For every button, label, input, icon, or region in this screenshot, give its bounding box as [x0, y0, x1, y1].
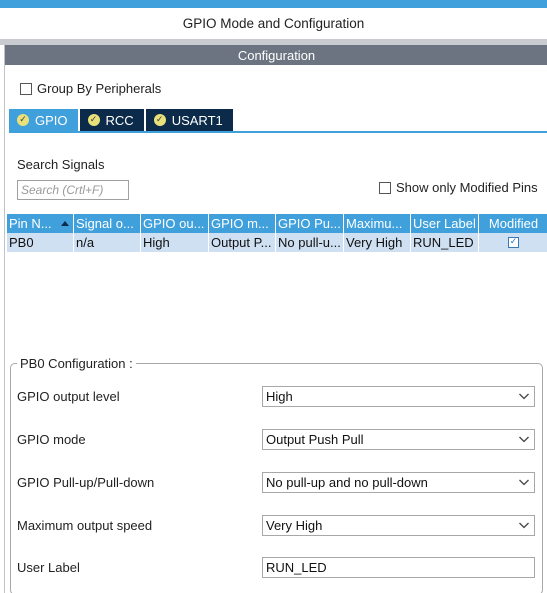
cell-signal: n/a [74, 233, 141, 252]
column-header-max-speed[interactable]: Maximu... [344, 214, 411, 233]
cell-modified: ✓ [479, 233, 547, 252]
check-circle-icon: ✓ [17, 114, 29, 126]
column-header-gpio-mode[interactable]: GPIO m... [209, 214, 276, 233]
max-output-speed-label: Maximum output speed [17, 518, 153, 533]
tab-gpio[interactable]: ✓ GPIO [9, 109, 80, 131]
tab-label: GPIO [35, 112, 68, 128]
user-label-label: User Label [17, 560, 80, 575]
user-label-input[interactable]: RUN_LED [262, 557, 535, 578]
top-accent-strip [0, 0, 547, 8]
gpio-pull-select[interactable]: No pull-up and no pull-down [262, 472, 535, 493]
cell-mode: Output P... [209, 233, 276, 252]
chevron-down-icon [519, 522, 529, 529]
cell-output: High [141, 233, 209, 252]
gpio-pull-label: GPIO Pull-up/Pull-down [17, 475, 155, 490]
select-value: High [266, 389, 293, 404]
search-input[interactable] [17, 180, 129, 200]
cell-pull: No pull-u... [276, 233, 344, 252]
configuration-bar: Configuration [5, 45, 547, 65]
cell-speed: Very High [344, 233, 411, 252]
search-signals-label: Search Signals [17, 157, 105, 172]
tabs-underline [9, 131, 547, 133]
select-value: Very High [266, 518, 323, 533]
column-header-signal[interactable]: Signal o... [74, 214, 141, 233]
check-circle-icon: ✓ [153, 114, 166, 126]
column-header-gpio-pull[interactable]: GPIO Pu... [276, 214, 344, 233]
sort-ascending-icon [61, 221, 69, 226]
chevron-down-icon [519, 479, 529, 486]
column-header-modified[interactable]: Modified [479, 214, 547, 233]
peripheral-tabs: ✓ GPIO ✓ RCC ✓ USART1 [9, 109, 235, 131]
group-by-peripherals-toggle[interactable]: Group By Peripherals [20, 81, 161, 96]
tab-label: RCC [105, 112, 134, 128]
show-modified-label: Show only Modified Pins [396, 180, 538, 195]
cell-user-label: RUN_LED [411, 233, 479, 252]
pin-configuration-title: PB0 Configuration : [17, 356, 136, 371]
chevron-down-icon [519, 436, 529, 443]
group-by-checkbox[interactable] [20, 82, 32, 95]
group-by-label: Group By Peripherals [37, 81, 162, 96]
select-value: No pull-up and no pull-down [266, 475, 428, 490]
column-header-user-label[interactable]: User Label [411, 214, 479, 233]
page-title: GPIO Mode and Configuration [0, 8, 547, 39]
gpio-output-level-label: GPIO output level [17, 389, 120, 404]
show-modified-pins-toggle[interactable]: Show only Modified Pins [379, 180, 538, 195]
max-output-speed-select[interactable]: Very High [262, 515, 535, 536]
chevron-down-icon [519, 393, 529, 400]
pin-configuration-group: PB0 Configuration : GPIO output level Hi… [10, 356, 543, 593]
input-value: RUN_LED [266, 560, 327, 575]
select-value: Output Push Pull [266, 432, 364, 447]
table-row[interactable]: PB0 n/a High Output P... No pull-u... Ve… [7, 233, 547, 252]
cell-pin: PB0 [7, 233, 74, 252]
tab-label: USART1 [171, 112, 223, 128]
gpio-mode-label: GPIO mode [17, 432, 86, 447]
column-header-gpio-output[interactable]: GPIO ou... [141, 214, 209, 233]
modified-checkbox[interactable]: ✓ [508, 237, 519, 248]
check-circle-icon: ✓ [87, 114, 100, 126]
tab-rcc[interactable]: ✓ RCC [79, 109, 146, 131]
pin-table: Pin N... Signal o... GPIO ou... GPIO m..… [7, 214, 547, 252]
gpio-output-level-select[interactable]: High [262, 386, 535, 407]
show-modified-checkbox[interactable] [379, 181, 391, 194]
configuration-panel: Configuration Group By Peripherals ✓ GPI… [4, 45, 547, 593]
column-header-pin-name[interactable]: Pin N... [7, 214, 74, 233]
table-header: Pin N... Signal o... GPIO ou... GPIO m..… [7, 214, 547, 233]
gpio-mode-select[interactable]: Output Push Pull [262, 429, 535, 450]
tab-usart1[interactable]: ✓ USART1 [145, 109, 235, 131]
